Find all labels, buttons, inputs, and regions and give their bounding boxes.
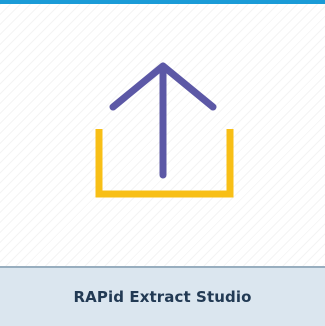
tile-footer[interactable]: RAPid Extract Studio bbox=[0, 268, 325, 326]
app-tile[interactable]: RAPid Extract Studio bbox=[0, 0, 325, 326]
tile-image-area bbox=[0, 4, 325, 266]
upload-arrow-icon bbox=[95, 62, 234, 198]
tile-title[interactable]: RAPid Extract Studio bbox=[74, 288, 252, 306]
